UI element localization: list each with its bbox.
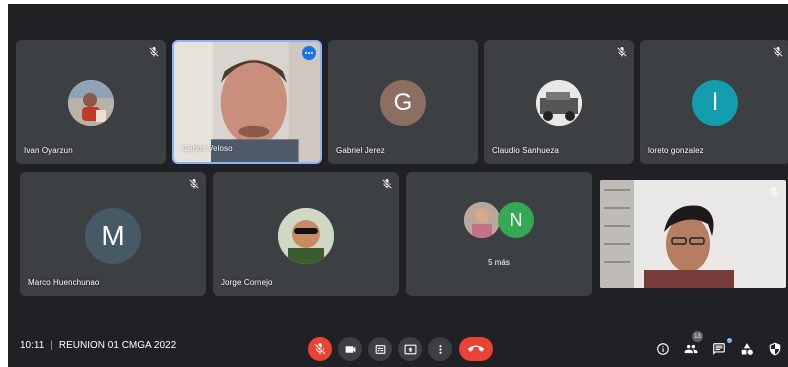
- participant-avatar: [278, 208, 334, 264]
- clock: 10:11: [20, 340, 45, 351]
- present-to-all-icon: [404, 344, 416, 354]
- closed-caption-icon: [375, 344, 385, 354]
- participant-name: Claudio Sanhueza: [492, 146, 559, 155]
- mic-off-icon: [382, 179, 392, 189]
- people-icon: [684, 344, 698, 354]
- participant-avatar: N: [498, 202, 534, 238]
- mic-off-icon: [189, 179, 199, 189]
- more-vert-icon: [438, 344, 442, 354]
- meeting-title: REUNION 01 CMGA 2022: [58, 340, 177, 351]
- meeting-details: 10:11 | REUNION 01 CMGA 2022: [20, 340, 176, 351]
- participant-avatar: M: [85, 208, 141, 264]
- camera-toggle-button[interactable]: [338, 337, 362, 361]
- host-controls-button[interactable]: [766, 340, 784, 358]
- others-tile[interactable]: N 5 más: [406, 172, 592, 296]
- participant-name: loreto gonzalez: [648, 146, 704, 155]
- participant-tile[interactable]: Claudio Sanhueza: [484, 40, 634, 164]
- participant-tile[interactable]: M Marco Huenchunao: [20, 172, 206, 296]
- mic-off-icon: [617, 47, 627, 57]
- leave-call-button[interactable]: [459, 337, 493, 361]
- participant-tile[interactable]: G Gabriel Jerez: [328, 40, 478, 164]
- more-options-button[interactable]: [302, 46, 316, 60]
- people-button[interactable]: [682, 340, 700, 358]
- activities-icon: [741, 343, 753, 355]
- participant-avatar: [68, 80, 114, 126]
- participant-tile[interactable]: Jorge Cornejo: [213, 172, 399, 296]
- more-options-button[interactable]: [428, 337, 452, 361]
- mic-toggle-button[interactable]: [308, 337, 332, 361]
- mic-off-icon: [769, 187, 779, 197]
- chat-icon: [713, 343, 725, 355]
- people-count-badge: 13: [692, 331, 703, 342]
- more-participants-label: 5 más: [488, 258, 510, 267]
- participant-name: Ivan Oyarzun: [24, 146, 73, 155]
- avatar-letter: N: [509, 209, 523, 230]
- participant-name: Gabriel Jerez: [336, 146, 385, 155]
- mic-off-icon: [149, 47, 159, 57]
- avatar-letter: l: [712, 89, 718, 116]
- host-controls-icon: [769, 342, 781, 356]
- call-end-icon: [468, 345, 484, 352]
- divider: |: [50, 340, 53, 351]
- captions-button[interactable]: [368, 337, 392, 361]
- participant-name: Jorge Cornejo: [221, 278, 273, 287]
- avatar-letter: M: [101, 220, 125, 251]
- videocam-icon: [345, 345, 355, 353]
- meet-window: Ivan Oyarzun Carlos Veloso G Gabriel Jer…: [8, 4, 788, 367]
- participant-name: Carlos Veloso: [182, 144, 233, 153]
- participant-tile[interactable]: [600, 180, 786, 288]
- participant-avatar: [536, 80, 582, 126]
- participant-avatar: l: [692, 80, 738, 126]
- participant-tile[interactable]: Ivan Oyarzun: [16, 40, 166, 164]
- participant-avatar: G: [380, 80, 426, 126]
- mic-off-icon: [773, 47, 783, 57]
- present-button[interactable]: [398, 337, 422, 361]
- info-icon: [657, 343, 669, 355]
- meeting-info-button[interactable]: [654, 340, 672, 358]
- chat-button[interactable]: [710, 340, 728, 358]
- participant-avatar: [464, 202, 500, 238]
- participant-tile-active[interactable]: Carlos Veloso: [172, 40, 322, 164]
- activities-button[interactable]: [738, 340, 756, 358]
- unread-dot: [727, 338, 732, 343]
- avatar-letter: G: [393, 89, 413, 116]
- mic-off-icon: [314, 343, 326, 355]
- participant-name: Marco Huenchunao: [28, 278, 100, 287]
- participant-tile[interactable]: l loreto gonzalez: [640, 40, 788, 164]
- participant-video: [600, 180, 786, 288]
